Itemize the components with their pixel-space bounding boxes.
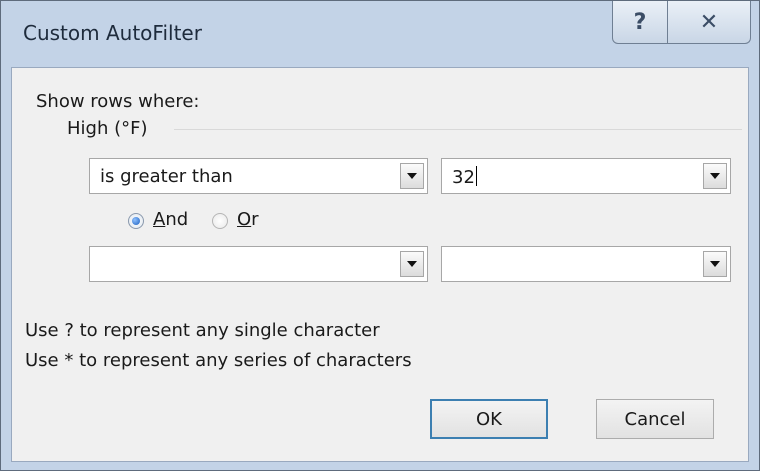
close-button[interactable]: ✕	[667, 1, 751, 44]
dialog-body: Show rows where: High (°F) is greater th…	[11, 67, 749, 462]
close-icon: ✕	[699, 9, 719, 35]
chevron-down-icon[interactable]	[400, 163, 424, 189]
wildcard-hint-single: Use ? to represent any single character	[25, 320, 380, 341]
chevron-down-icon[interactable]	[703, 251, 727, 277]
cancel-button[interactable]: Cancel	[596, 399, 714, 439]
radio-selected-dot	[132, 217, 140, 225]
show-rows-label: Show rows where:	[36, 91, 200, 112]
or-radio-label[interactable]: Or	[237, 209, 259, 230]
help-icon: ?	[633, 9, 647, 35]
criteria1-operator-dropdown[interactable]: is greater than	[89, 158, 428, 194]
ok-button[interactable]: OK	[430, 399, 548, 439]
wildcard-hint-series: Use * to represent any series of charact…	[25, 350, 412, 371]
dialog-title: Custom AutoFilter	[23, 21, 202, 45]
column-label: High (°F)	[67, 118, 148, 139]
chevron-down-icon[interactable]	[703, 163, 727, 189]
help-button[interactable]: ?	[612, 1, 668, 44]
and-radio[interactable]	[128, 213, 144, 229]
criteria1-value-text: 32	[452, 166, 477, 188]
custom-autofilter-dialog: Custom AutoFilter ? ✕ Show rows where: H…	[0, 0, 760, 471]
criteria1-operator-value: is greater than	[100, 166, 233, 187]
chevron-down-icon[interactable]	[400, 251, 424, 277]
text-caret	[475, 166, 477, 186]
criteria2-value-combobox[interactable]	[441, 246, 731, 282]
criteria2-operator-dropdown[interactable]	[89, 246, 428, 282]
group-divider	[174, 129, 742, 130]
title-bar: Custom AutoFilter ? ✕	[1, 1, 759, 67]
and-radio-label[interactable]: And	[153, 209, 188, 230]
or-radio[interactable]	[212, 213, 228, 229]
criteria1-value-combobox[interactable]: 32	[441, 158, 731, 194]
